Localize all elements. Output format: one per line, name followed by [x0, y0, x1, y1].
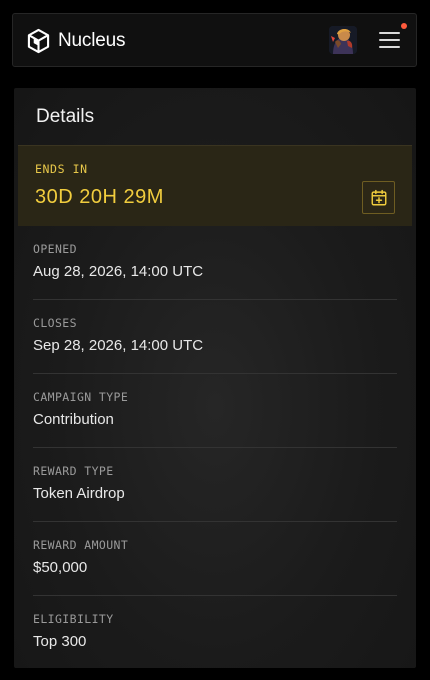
detail-value: Top 300 [33, 633, 87, 650]
detail-value: $50,000 [33, 559, 88, 576]
detail-label: CAMPAIGN TYPE [33, 390, 129, 404]
detail-row-reward-amount: REWARD AMOUNT $50,000 [33, 538, 397, 576]
detail-row-closes: CLOSES Sep 28, 2026, 14:00 UTC [33, 316, 397, 354]
user-avatar[interactable] [329, 26, 357, 54]
detail-label: CLOSES [33, 316, 77, 330]
brand-logo-link[interactable]: Nucleus [27, 28, 125, 54]
cube-logo-icon [27, 28, 50, 54]
brand-name: Nucleus [58, 30, 126, 51]
detail-row-opened: OPENED Aug 28, 2026, 14:00 UTC [33, 242, 397, 280]
divider [33, 595, 397, 596]
detail-label: REWARD TYPE [33, 464, 114, 478]
hamburger-menu-icon[interactable] [379, 30, 401, 50]
detail-label: ELIGIBILITY [33, 612, 114, 626]
detail-row-eligibility: ELIGIBILITY Top 300 [33, 612, 397, 650]
top-navbar: Nucleus [12, 13, 417, 67]
add-to-calendar-button[interactable] [362, 181, 395, 214]
detail-value: Sep 28, 2026, 14:00 UTC [33, 337, 204, 354]
detail-value: Contribution [33, 411, 114, 428]
divider [33, 373, 397, 374]
ends-in-label: ENDS IN [35, 162, 88, 176]
detail-row-reward-type: REWARD TYPE Token Airdrop [33, 464, 397, 502]
avatar-image [329, 26, 357, 54]
detail-value: Token Airdrop [33, 485, 125, 502]
divider [33, 447, 397, 448]
calendar-add-icon [371, 189, 386, 205]
detail-value: Aug 28, 2026, 14:00 UTC [33, 263, 204, 280]
notification-dot [401, 23, 407, 29]
details-card: Details ENDS IN 30D 20H 29M OPENED Aug 2… [14, 88, 416, 668]
divider [33, 521, 397, 522]
details-title: Details [36, 106, 95, 127]
detail-label: REWARD AMOUNT [33, 538, 129, 552]
detail-label: OPENED [33, 242, 77, 256]
ends-in-panel: ENDS IN 30D 20H 29M [18, 145, 412, 226]
divider [33, 299, 397, 300]
detail-row-campaign-type: CAMPAIGN TYPE Contribution [33, 390, 397, 428]
ends-in-countdown: 30D 20H 29M [35, 186, 164, 208]
